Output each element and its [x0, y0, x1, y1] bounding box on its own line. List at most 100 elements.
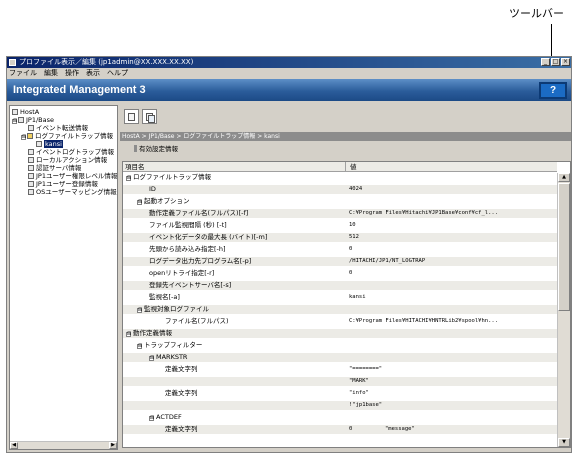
row-value: "MARK" [349, 378, 369, 384]
tree-item-host[interactable]: HostA [12, 109, 39, 116]
collapse-icon[interactable]: ⊟ [12, 119, 17, 124]
table-row[interactable]: ⊟ トラップフィルター [123, 341, 557, 350]
row-value: "info" [349, 390, 369, 396]
table-row[interactable]: ⊟ MARKSTR [123, 353, 557, 362]
collapse-icon[interactable]: ⊟ [126, 176, 131, 181]
window-title: プロファイル表示／編集 (jp1admin@XX.XXX.XX.XX) [19, 58, 194, 66]
banner-title: Integrated Management 3 [13, 84, 146, 96]
row-key-label: 先頭から読み込み指定[-h] [149, 245, 226, 253]
collapse-icon[interactable]: ⊟ [149, 416, 154, 421]
table-row[interactable]: 動作定義ファイル名(フルパス)[-f] C:¥Program Files¥Hita… [123, 209, 557, 218]
maximize-button[interactable]: □ [551, 58, 560, 66]
row-key: 定義文字列 [165, 425, 198, 434]
table-row[interactable]: イベント化データの最大長 (バイト)[-m] 512 [123, 233, 557, 242]
breadcrumb: HostA > JP1/Base > ログファイルトラップ情報 > kansi [120, 132, 571, 141]
document-icon [28, 173, 34, 179]
collapse-icon[interactable]: ⊟ [126, 332, 131, 337]
menu-file[interactable]: ファイル [9, 68, 37, 79]
edit-button[interactable] [124, 109, 139, 124]
table-row[interactable]: 定義文字列 "========" [123, 365, 557, 374]
row-key-label: 監視名[-a] [149, 293, 180, 301]
document-icon [36, 141, 42, 147]
tree-item-event-forwarding[interactable]: イベント転送情報 [28, 125, 88, 132]
copy-button[interactable] [142, 109, 157, 124]
folder-icon [27, 133, 33, 139]
collapse-icon[interactable]: ⊟ [137, 308, 142, 313]
row-key: 定義文字列 [165, 389, 198, 398]
table-row[interactable]: ファイル監視間隔 (秒) [-t] 10 [123, 221, 557, 230]
row-key-label: 定義文字列 [165, 425, 198, 433]
title-bar: プロファイル表示／編集 (jp1admin@XX.XXX.XX.XX) _ □ … [7, 57, 571, 68]
document-icon [28, 165, 34, 171]
row-key-label: ID [149, 185, 156, 193]
table-row[interactable]: 登録先イベントサーバ名[-s] [123, 281, 557, 290]
row-key: ⊟ 起動オプション [137, 197, 190, 206]
tree-item-jp1base[interactable]: ⊟ JP1/Base [12, 117, 54, 124]
collapse-icon[interactable]: ⊟ [137, 344, 142, 349]
folder-icon [18, 117, 24, 123]
table-row[interactable]: ファイル名(フルパス) C:¥Program Files¥HITACHI¥HNTR… [123, 317, 557, 326]
table-row[interactable]: ⊟ ACTDEF [123, 413, 557, 422]
table-row[interactable]: 定義文字列 0 "message" [123, 425, 557, 434]
tree-horizontal-scrollbar[interactable]: ◀ ▶ [10, 441, 117, 449]
tree-item-local-action[interactable]: ローカルアクション情報 [28, 157, 107, 164]
edit-icon [128, 113, 135, 121]
row-value: "========" [349, 366, 383, 372]
collapse-icon[interactable]: ⊟ [137, 200, 142, 205]
close-button[interactable]: × [561, 58, 570, 66]
table-row[interactable]: ⊟ 監視対象ログファイル [123, 305, 557, 314]
table-row[interactable]: ⊟ 起動オプション [123, 197, 557, 206]
minimize-button[interactable]: _ [541, 58, 550, 66]
table-row[interactable]: !"jp1base" [123, 401, 557, 410]
tree-item-kansi[interactable]: kansi [36, 140, 63, 148]
table-row[interactable]: ⊟ ログファイルトラップ情報 [123, 173, 557, 182]
row-key-label: イベント化データの最大長 (バイト)[-m] [149, 233, 268, 241]
menu-help[interactable]: ヘルプ [107, 68, 128, 79]
row-key-label: ファイル名(フルパス) [165, 317, 229, 325]
table-header: 項目名 値 [123, 162, 557, 172]
row-value: C:¥Program Files¥HITACHI¥HNTRLib2¥spool¥… [349, 318, 499, 324]
row-key-label: 監視対象ログファイル [144, 305, 209, 313]
scroll-thumb[interactable] [558, 183, 570, 311]
row-key-label: ACTDEF [156, 413, 182, 421]
settings-table: 項目名 値 ⊟ ログファイルトラップ情報 ID 4024 ⊟ 起動オプション動作定義ファイ… [122, 161, 571, 448]
scroll-down-icon[interactable]: ▼ [558, 438, 570, 447]
tree-item-eventlog-trap[interactable]: イベントログトラップ情報 [28, 149, 114, 156]
window-controls: _ □ × [541, 58, 570, 66]
table-vertical-scrollbar[interactable]: ▲ ▼ [557, 173, 570, 447]
collapse-icon[interactable]: ⊟ [21, 135, 26, 140]
row-key: openリトライ指定[-r] [149, 269, 214, 278]
menu-operation[interactable]: 操作 [65, 68, 79, 79]
table-row[interactable]: 監視名[-a] kansi [123, 293, 557, 302]
tree-item-auth-server[interactable]: 認証サーバ情報 [28, 165, 81, 172]
row-key: 先頭から読み込み指定[-h] [149, 245, 226, 254]
row-key: ファイル名(フルパス) [165, 317, 229, 326]
scroll-left-icon[interactable]: ◀ [10, 442, 18, 449]
help-button[interactable]: ? [539, 82, 567, 99]
tree-item-os-user-mapping[interactable]: OSユーザーマッピング情報 [28, 189, 117, 196]
table-row[interactable]: "MARK" [123, 377, 557, 386]
row-key: ⊟ MARKSTR [149, 353, 187, 362]
tree-item-user-permission[interactable]: JP1ユーザー権限レベル情報 [28, 173, 117, 180]
scroll-right-icon[interactable]: ▶ [109, 442, 117, 449]
tree-item-logfile-trap[interactable]: ⊟ ログファイルトラップ情報 [21, 133, 113, 140]
table-row[interactable]: ID 4024 [123, 185, 557, 194]
scroll-up-icon[interactable]: ▲ [558, 173, 570, 182]
column-header-value[interactable]: 値 [345, 162, 357, 172]
row-key: ID [149, 185, 156, 194]
row-key: 動作定義ファイル名(フルパス)[-f] [149, 209, 248, 218]
table-row[interactable]: 先頭から読み込み指定[-h] 0 [123, 245, 557, 254]
row-value: C:¥Program Files¥Hitachi¥JP1Base¥conf¥cf… [349, 210, 499, 216]
tree-item-user-registration[interactable]: JP1ユーザー登録情報 [28, 181, 98, 188]
menu-view[interactable]: 表示 [86, 68, 100, 79]
menu-edit[interactable]: 編集 [44, 68, 58, 79]
table-row[interactable]: ログデータ出力先プログラム名[-p] /HITACHI/JP1/NT_LOGTRA… [123, 257, 557, 266]
row-key: ⊟ 監視対象ログファイル [137, 305, 209, 314]
column-header-name[interactable]: 項目名 [125, 162, 145, 172]
collapse-icon[interactable]: ⊟ [149, 356, 154, 361]
row-key-label: 定義文字列 [165, 389, 198, 397]
table-row[interactable]: ⊟ 動作定義情報 [123, 329, 557, 338]
table-row[interactable]: openリトライ指定[-r] 0 [123, 269, 557, 278]
row-key: 監視名[-a] [149, 293, 180, 302]
table-row[interactable]: 定義文字列 "info" [123, 389, 557, 398]
